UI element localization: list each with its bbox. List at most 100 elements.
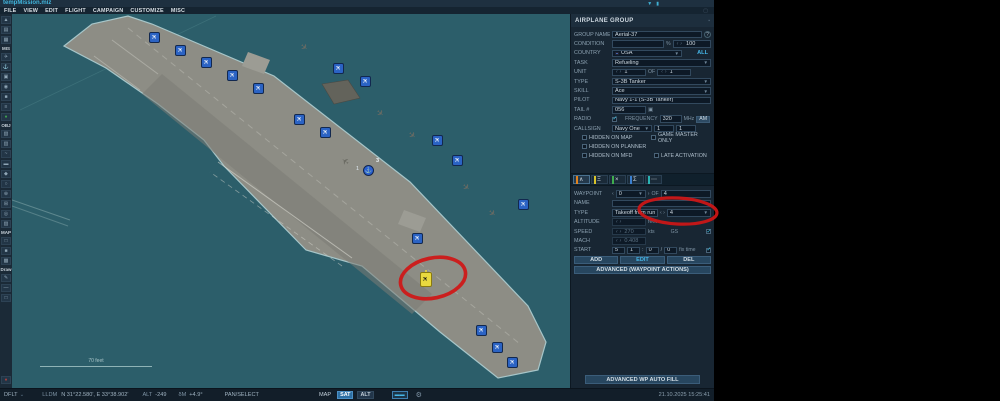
prev-waypoint-icon[interactable]: ‹ bbox=[612, 191, 614, 197]
fix-time-checkbox[interactable] bbox=[706, 248, 711, 253]
increment-icon[interactable]: › bbox=[619, 219, 623, 225]
waypoint-total-input[interactable]: 4 bbox=[661, 190, 711, 198]
waypoint-tab-3[interactable]: Σ bbox=[627, 175, 644, 184]
tail-number-input[interactable]: 056 bbox=[612, 106, 646, 114]
link-unit-dropdown[interactable]: 4 ▼ bbox=[667, 209, 711, 217]
aircraft-unit-icon[interactable]: ✈ bbox=[360, 76, 371, 87]
toolbar-icon[interactable]: — bbox=[1, 284, 11, 292]
toolbar-icon[interactable]: ◆ bbox=[1, 170, 11, 178]
aircraft-unit-icon[interactable]: ✈ bbox=[227, 70, 238, 81]
menu-item-view[interactable]: VIEW bbox=[23, 8, 38, 14]
waypoint-tab-1[interactable]: Ξ bbox=[591, 175, 608, 184]
copy-icon[interactable]: ▣ bbox=[648, 107, 653, 113]
toolbar-icon[interactable]: ▣ bbox=[1, 73, 11, 81]
aircraft-unit-icon[interactable]: ✈ bbox=[253, 83, 264, 94]
increment-icon[interactable]: › bbox=[679, 41, 683, 47]
window-icon[interactable]: ▢ bbox=[703, 8, 708, 14]
selected-aircraft-unit-icon[interactable]: ✈ bbox=[420, 272, 432, 287]
waypoint-type-dropdown[interactable]: Takeoff from run ▼ bbox=[612, 209, 658, 217]
map-mode-button[interactable]: MAP bbox=[319, 392, 331, 398]
aircraft-unit-icon[interactable]: ✈ bbox=[518, 199, 529, 210]
next-waypoint-icon[interactable]: › bbox=[648, 191, 650, 197]
aircraft-unit-icon[interactable]: ✈ bbox=[452, 155, 463, 166]
group-name-input[interactable]: Aerial-37 bbox=[612, 31, 702, 39]
hidden-on-map-checkbox[interactable] bbox=[582, 135, 587, 140]
modulation-toggle[interactable]: AM bbox=[696, 116, 710, 123]
pin-icon[interactable]: ▮ bbox=[656, 1, 659, 7]
toolbar-icon[interactable]: ■ bbox=[1, 93, 11, 101]
speed-spinner[interactable]: ‹ › 270 bbox=[612, 228, 646, 236]
toolbar-icon[interactable]: ✈ bbox=[1, 53, 11, 61]
layers-icon[interactable]: ▬▬ bbox=[392, 391, 408, 399]
start-hour-input[interactable]: 1 bbox=[627, 247, 640, 255]
toolbar-icon[interactable]: ⚓ bbox=[1, 63, 11, 71]
menu-item-flight[interactable]: FLIGHT bbox=[65, 8, 86, 14]
menu-item-customize[interactable]: CUSTOMIZE bbox=[130, 8, 163, 14]
menu-item-misc[interactable]: MISC bbox=[171, 8, 185, 14]
toolbar-icon[interactable]: ▩ bbox=[1, 257, 11, 265]
edit-button[interactable]: EDIT bbox=[620, 256, 664, 264]
settings-gear-icon[interactable]: ⚙ bbox=[416, 391, 422, 399]
unit-of-spinner[interactable]: ‹ › 1 bbox=[657, 69, 691, 77]
toolbar-icon[interactable]: □ bbox=[1, 294, 11, 302]
toolbar-icon[interactable]: ◎ bbox=[1, 210, 11, 218]
waypoint-dropdown[interactable]: 0 ▼ bbox=[616, 190, 646, 198]
sat-mode-button[interactable]: SAT bbox=[337, 391, 353, 399]
menu-item-file[interactable]: FILE bbox=[4, 8, 16, 14]
aircraft-unit-icon[interactable]: ✈ bbox=[476, 325, 487, 336]
carrier-unit-icon[interactable]: 1 ⚓ 3 bbox=[361, 163, 375, 177]
toolbar-icon[interactable]: ○ bbox=[1, 180, 11, 188]
toolbar-icon[interactable]: ▥ bbox=[1, 140, 11, 148]
pilot-input[interactable]: Navy 1-1 (S-3B Tanker) bbox=[612, 97, 711, 105]
task-dropdown[interactable]: Refueling ▼ bbox=[612, 59, 711, 67]
condition-input[interactable] bbox=[612, 40, 664, 48]
country-dropdown[interactable]: USA ▼ bbox=[612, 50, 682, 58]
waypoint-tab-2[interactable]: × bbox=[609, 175, 626, 184]
toolbar-icon[interactable]: ● bbox=[1, 113, 11, 121]
toolbar-icon[interactable]: ✎ bbox=[1, 274, 11, 282]
waypoint-name-input[interactable] bbox=[612, 200, 711, 208]
hidden-on-mfd-checkbox[interactable] bbox=[582, 153, 587, 158]
del-button[interactable]: DEL bbox=[667, 256, 711, 264]
toolbar-icon[interactable]: ≡ bbox=[1, 103, 11, 111]
radio-checkbox[interactable] bbox=[612, 117, 617, 122]
toolbar-icon[interactable]: ⊕ bbox=[1, 190, 11, 198]
aircraft-unit-icon[interactable]: ✈ bbox=[175, 45, 186, 56]
toolbar-icon[interactable]: ▬ bbox=[1, 160, 11, 168]
late-activation-checkbox[interactable] bbox=[654, 153, 659, 158]
toolbar-icon[interactable]: ▧ bbox=[1, 130, 11, 138]
game-master-only-checkbox[interactable] bbox=[651, 135, 656, 140]
add-button[interactable]: ADD bbox=[574, 256, 618, 264]
hidden-on-planner-checkbox[interactable] bbox=[582, 144, 587, 149]
toolbar-icon[interactable]: ~ bbox=[1, 150, 11, 158]
panel-collapse-icon[interactable]: ▪ bbox=[708, 18, 710, 24]
waypoint-tab-0[interactable]: ∧ bbox=[573, 175, 590, 184]
increment-icon[interactable]: › bbox=[619, 229, 623, 235]
start-minute-input[interactable]: 0 bbox=[646, 247, 659, 255]
toolbar-icon[interactable]: ▦ bbox=[1, 36, 11, 44]
start-second-input[interactable]: 0 bbox=[664, 247, 677, 255]
menu-item-edit[interactable]: EDIT bbox=[45, 8, 58, 14]
unit-count-spinner[interactable]: ‹ › 1 bbox=[612, 69, 646, 77]
aircraft-unit-icon[interactable]: ✈ bbox=[149, 32, 160, 43]
toolbar-bottom-icon[interactable]: ● bbox=[1, 376, 11, 384]
condition-spinner[interactable]: ‹ › 100 bbox=[673, 40, 711, 48]
toolbar-icon[interactable]: ▲ bbox=[1, 16, 11, 24]
aircraft-unit-icon[interactable]: ✈ bbox=[294, 114, 305, 125]
alt-mode-button[interactable]: ALT bbox=[357, 391, 373, 399]
coord-mode-dropdown[interactable]: DFLT bbox=[4, 392, 18, 398]
advanced-wp-auto-fill-button[interactable]: ADVANCED WP AUTO FILL bbox=[585, 375, 700, 384]
filter-icon[interactable]: ▼ bbox=[647, 1, 652, 7]
toolbar-icon[interactable]: □ bbox=[1, 237, 11, 245]
type-dropdown[interactable]: S-3B Tanker ▼ bbox=[612, 78, 711, 86]
link-spinner-icons[interactable]: ‹ › bbox=[660, 210, 665, 216]
callsign-dropdown[interactable]: Navy One ▼ bbox=[612, 125, 652, 133]
help-button[interactable]: ? bbox=[704, 31, 711, 38]
all-button[interactable]: ALL bbox=[697, 50, 711, 56]
aircraft-unit-icon[interactable]: ✈ bbox=[320, 127, 331, 138]
gs-checkbox[interactable] bbox=[706, 229, 711, 234]
aircraft-unit-icon[interactable]: ✈ bbox=[492, 342, 503, 353]
map-view[interactable]: ✈ ✈ ✈ ✈ ✈ ✈ ✈✈✈✈✈✈✈✈✈✈✈✈✈✈✈✈ 1 ⚓ 3 ✈ 70 … bbox=[12, 14, 570, 388]
toolbar-icon[interactable]: ■ bbox=[1, 247, 11, 255]
aircraft-unit-icon[interactable]: ✈ bbox=[201, 57, 212, 68]
